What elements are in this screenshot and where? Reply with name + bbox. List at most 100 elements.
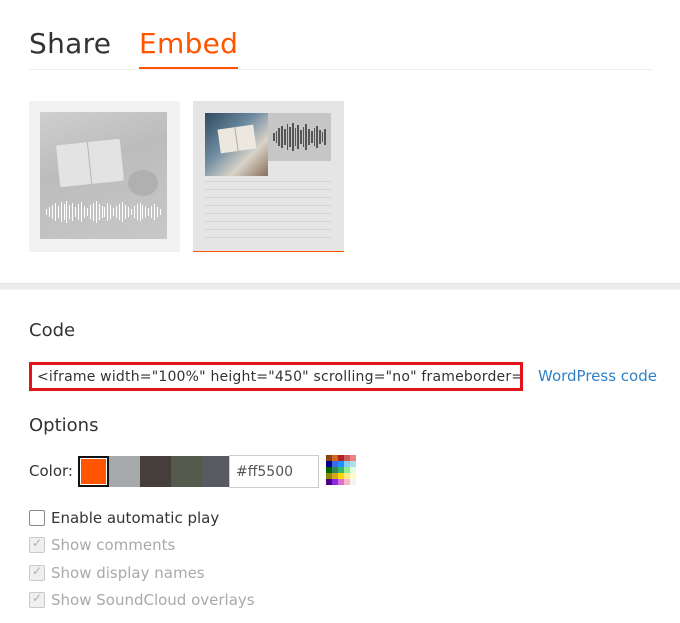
waveform-bar	[101, 206, 103, 218]
color-swatch[interactable]	[171, 456, 202, 487]
waveform-bar	[278, 128, 281, 146]
waveform-bar	[78, 204, 80, 220]
book-image	[55, 138, 125, 188]
hex-color-input[interactable]	[229, 455, 319, 488]
show-overlays-option[interactable]: Show SoundCloud overlays	[29, 590, 255, 610]
color-swatch[interactable]	[78, 456, 109, 487]
mug-image	[128, 170, 158, 196]
waveform-preview	[268, 113, 331, 161]
waveform-bar	[86, 208, 88, 216]
waveform-bar	[60, 202, 62, 222]
waveform-bar	[116, 206, 118, 218]
waveform-bar	[302, 127, 305, 147]
tab-embed[interactable]: Embed	[139, 26, 239, 69]
share-embed-tabs: Share Embed	[29, 26, 652, 70]
classic-player-option[interactable]	[193, 101, 344, 252]
autoplay-option[interactable]: Enable automatic play	[29, 508, 219, 528]
waveform-bar	[48, 207, 50, 217]
waveform-bar	[148, 208, 150, 216]
waveform-bar	[51, 205, 53, 219]
show-comments-label: Show comments	[51, 536, 176, 554]
waveform-bar	[119, 204, 120, 220]
waveform-bar	[89, 205, 91, 219]
waveform-bar	[142, 205, 144, 219]
waveform-bar	[154, 204, 156, 220]
show-display-names-checkbox[interactable]	[29, 564, 45, 581]
waveform-bar	[273, 133, 275, 141]
waveform-bar	[72, 203, 74, 221]
waveform-icon	[273, 121, 327, 153]
palette-cell	[350, 479, 356, 485]
waveform-bar	[318, 130, 321, 144]
waveform-bar	[305, 124, 308, 150]
waveform-bar	[281, 126, 283, 148]
waveform-bar	[66, 201, 68, 223]
show-comments-option[interactable]: Show comments	[29, 535, 175, 555]
visual-player-option[interactable]	[29, 101, 180, 252]
waveform-bar	[275, 131, 278, 143]
color-swatches	[78, 456, 233, 487]
waveform-bar	[63, 204, 65, 220]
artwork-image	[205, 113, 268, 176]
wordpress-code-link[interactable]: WordPress code	[538, 367, 657, 385]
options-heading: Options	[29, 415, 99, 436]
waveform-bar	[310, 131, 313, 143]
color-swatch[interactable]	[109, 456, 140, 487]
waveform-bar	[157, 207, 158, 217]
waveform-bar	[113, 208, 115, 216]
waveform-bar	[145, 207, 147, 217]
visual-player-preview	[40, 112, 167, 239]
waveform-bar	[95, 201, 97, 223]
waveform-bar	[321, 132, 324, 142]
waveform-bar	[289, 127, 291, 147]
show-display-names-label: Show display names	[51, 564, 205, 582]
waveform-bar	[316, 126, 318, 148]
waveform-bar	[83, 206, 85, 218]
waveform-bar	[324, 129, 327, 145]
waveform-bar	[291, 123, 294, 151]
waveform-bar	[127, 207, 129, 217]
waveform-bar	[124, 205, 126, 219]
waveform-bar	[300, 130, 302, 144]
waveform-bar	[159, 209, 161, 215]
color-palette-icon[interactable]	[326, 455, 356, 485]
waveform-bar	[121, 202, 123, 222]
color-swatch[interactable]	[140, 456, 171, 487]
show-overlays-checkbox[interactable]	[29, 591, 45, 608]
waveform-bar	[57, 206, 59, 218]
show-overlays-label: Show SoundCloud overlays	[51, 591, 255, 609]
waveform-bar	[139, 203, 141, 221]
waveform-bar	[286, 124, 289, 150]
tab-share[interactable]: Share	[29, 26, 111, 62]
waveform-bar	[54, 203, 56, 221]
waveform-icon	[46, 199, 161, 225]
waveform-bar	[308, 129, 310, 145]
waveform-bar	[136, 204, 138, 220]
waveform-bar	[294, 128, 297, 146]
waveform-bar	[313, 128, 316, 146]
waveform-bar	[81, 202, 82, 222]
show-display-names-option[interactable]: Show display names	[29, 563, 205, 583]
waveform-bar	[130, 209, 132, 215]
waveform-bar	[133, 206, 135, 218]
autoplay-checkbox[interactable]	[29, 510, 45, 526]
book-image	[217, 124, 257, 154]
embed-code-field[interactable]: <iframe width="100%" height="450" scroll…	[29, 362, 523, 391]
waveform-bar	[92, 203, 94, 221]
waveform-bar	[75, 207, 77, 217]
waveform-bar	[151, 206, 153, 218]
waveform-bar	[297, 125, 300, 149]
waveform-bar	[69, 205, 71, 219]
waveform-bar	[46, 209, 47, 215]
autoplay-label: Enable automatic play	[51, 509, 220, 527]
waveform-bar	[98, 204, 100, 220]
show-comments-checkbox[interactable]	[29, 536, 45, 553]
tracklist-preview	[205, 181, 331, 245]
waveform-bar	[107, 203, 109, 221]
color-label: Color:	[29, 462, 73, 480]
section-divider	[0, 283, 680, 290]
code-heading: Code	[29, 320, 76, 341]
embed-code-text[interactable]: <iframe width="100%" height="450" scroll…	[32, 365, 520, 387]
waveform-bar	[283, 129, 286, 145]
waveform-bar	[110, 205, 112, 219]
